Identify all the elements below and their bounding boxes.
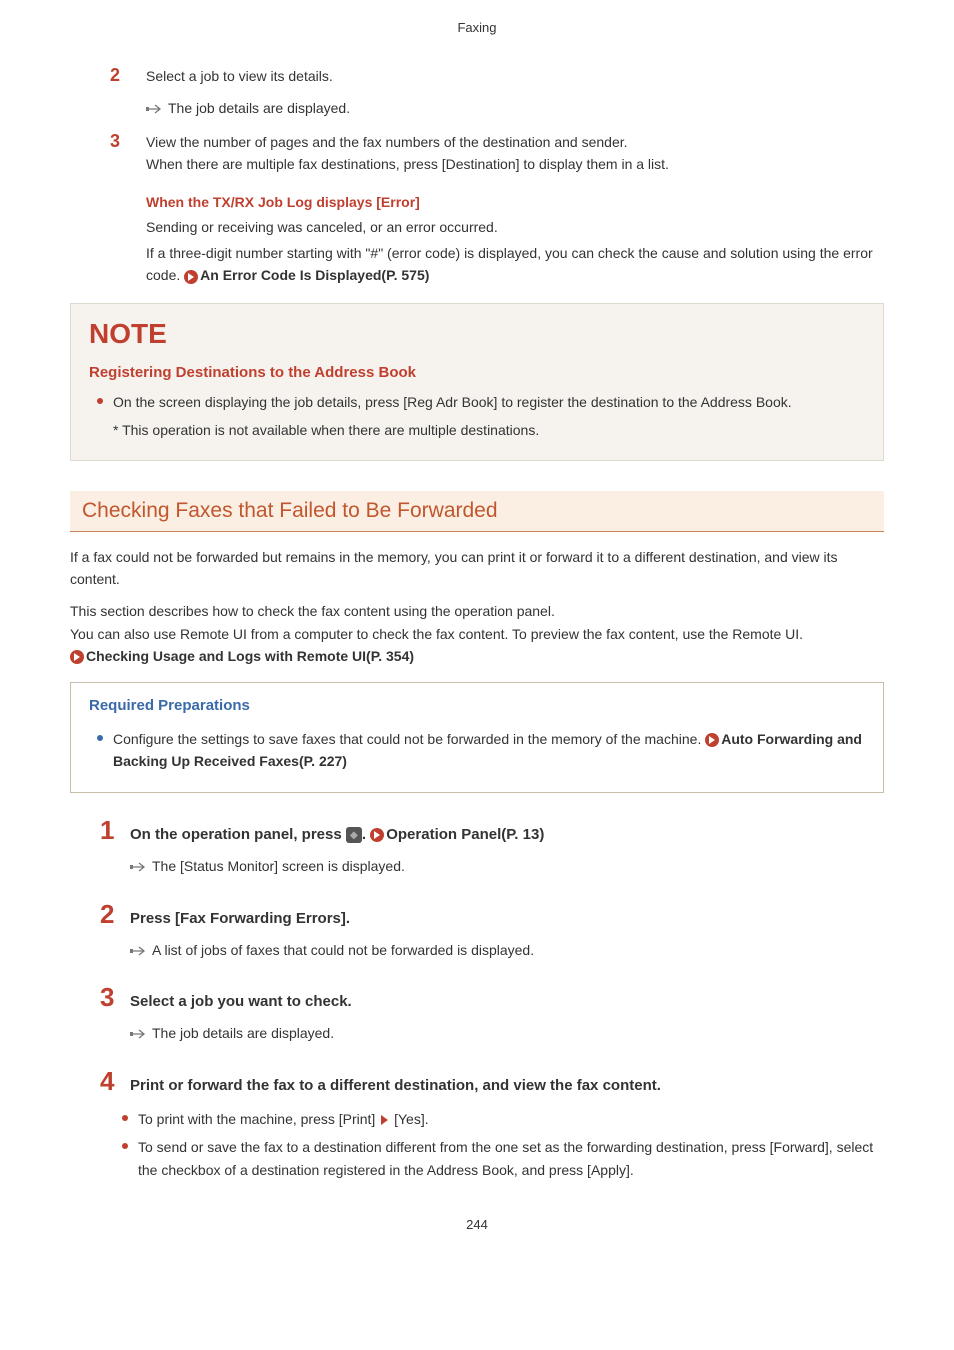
bullet-icon: [122, 1143, 128, 1149]
note-subtitle: Registering Destinations to the Address …: [89, 364, 865, 381]
note-star: * This operation is not available when t…: [113, 419, 865, 441]
error-line: Sending or receiving was canceled, or an…: [146, 216, 884, 238]
bullet-text-a: To print with the machine, press [Print]: [138, 1111, 379, 1127]
note-box: NOTE Registering Destinations to the Add…: [70, 303, 884, 461]
step-3: 3 Select a job you want to check.: [100, 982, 884, 1014]
ref-icon: [705, 733, 719, 747]
step-bullet: To send or save the fax to a destination…: [122, 1136, 884, 1181]
bullet-text-b: [Yes].: [390, 1111, 428, 1127]
step-result: The job details are displayed.: [130, 1022, 884, 1045]
prep-title: Required Preparations: [89, 697, 865, 714]
step-line: When there are multiple fax destinations…: [146, 153, 884, 175]
result-text: The [Status Monitor] screen is displayed…: [152, 858, 405, 874]
step-heading: Print or forward the fax to a different …: [130, 1074, 884, 1098]
bullet-text: To print with the machine, press [Print]…: [138, 1108, 429, 1130]
remote-ui-ref-link[interactable]: Checking Usage and Logs with Remote UI(P…: [86, 648, 414, 664]
section-intro: This section describes how to check the …: [70, 600, 884, 667]
error-heading: When the TX/RX Job Log displays [Error]: [146, 194, 884, 210]
bullet-icon: [122, 1115, 128, 1121]
step-heading: Press [Fax Forwarding Errors].: [130, 907, 884, 931]
substep-2: 2 Select a job to view its details.: [110, 65, 884, 87]
intro-line: This section describes how to check the …: [70, 600, 884, 622]
step-number: 3: [110, 131, 146, 176]
intro-line: You can also use Remote UI from a comput…: [70, 623, 884, 645]
result-arrow-icon: [130, 856, 148, 878]
operation-panel-ref-link[interactable]: Operation Panel(P. 13): [386, 826, 544, 843]
step-result: The job details are displayed.: [146, 97, 884, 120]
note-bullet-text: On the screen displaying the job details…: [113, 391, 792, 413]
page-content: Faxing 2 Select a job to view its detail…: [0, 0, 954, 1272]
step-result: A list of jobs of faxes that could not b…: [130, 939, 884, 962]
step-text: .: [362, 826, 370, 843]
step-text: Select a job to view its details.: [146, 65, 884, 87]
step-bullet: To print with the machine, press [Print]…: [122, 1108, 884, 1130]
result-text: The job details are displayed.: [152, 1025, 334, 1041]
prep-text: Configure the settings to save faxes tha…: [113, 731, 705, 747]
step-heading: Select a job you want to check.: [130, 990, 884, 1014]
step-number: 4: [100, 1066, 130, 1097]
step-number: 2: [110, 65, 146, 87]
ref-icon: [370, 828, 384, 842]
step-text: On the operation panel, press: [130, 826, 346, 843]
step-4: 4 Print or forward the fax to a differen…: [100, 1066, 884, 1098]
result-arrow-icon: [130, 940, 148, 962]
bullet-text: To send or save the fax to a destination…: [138, 1136, 884, 1181]
note-title: NOTE: [89, 318, 865, 350]
required-preparations-box: Required Preparations Configure the sett…: [70, 682, 884, 794]
step-number: 1: [100, 815, 130, 846]
error-ref-link[interactable]: An Error Code Is Displayed(P. 575): [200, 267, 429, 283]
intro-ref: Checking Usage and Logs with Remote UI(P…: [70, 645, 884, 667]
status-monitor-key-icon: [346, 827, 362, 843]
prep-bullet-text: Configure the settings to save faxes tha…: [113, 728, 865, 773]
nav-arrow-icon: [381, 1115, 388, 1125]
result-text: The job details are displayed.: [168, 100, 350, 116]
result-arrow-icon: [130, 1023, 148, 1045]
note-bullet: On the screen displaying the job details…: [97, 391, 865, 413]
bullet-icon: [97, 398, 103, 404]
substep-3: 3 View the number of pages and the fax n…: [110, 131, 884, 176]
step-number: 2: [100, 899, 130, 930]
step-4-bullets: To print with the machine, press [Print]…: [114, 1108, 884, 1181]
step-1: 1 On the operation panel, press . Operat…: [100, 815, 884, 847]
step-text: View the number of pages and the fax num…: [146, 131, 884, 176]
page-number: 244: [70, 1217, 884, 1232]
result-arrow-icon: [146, 98, 164, 120]
step-2: 2 Press [Fax Forwarding Errors].: [100, 899, 884, 931]
error-line: If a three-digit number starting with "#…: [146, 242, 884, 287]
result-text: A list of jobs of faxes that could not b…: [152, 942, 534, 958]
page-header: Faxing: [70, 20, 884, 35]
bullet-icon: [97, 735, 103, 741]
section-title: Checking Faxes that Failed to Be Forward…: [70, 491, 884, 532]
ref-icon: [70, 650, 84, 664]
step-line: View the number of pages and the fax num…: [146, 131, 884, 153]
step-heading: On the operation panel, press . Operatio…: [130, 823, 884, 847]
step-result: The [Status Monitor] screen is displayed…: [130, 855, 884, 878]
ref-icon: [184, 270, 198, 284]
prep-bullet: Configure the settings to save faxes tha…: [97, 728, 865, 773]
section-intro: If a fax could not be forwarded but rema…: [70, 546, 884, 591]
step-number: 3: [100, 982, 130, 1013]
